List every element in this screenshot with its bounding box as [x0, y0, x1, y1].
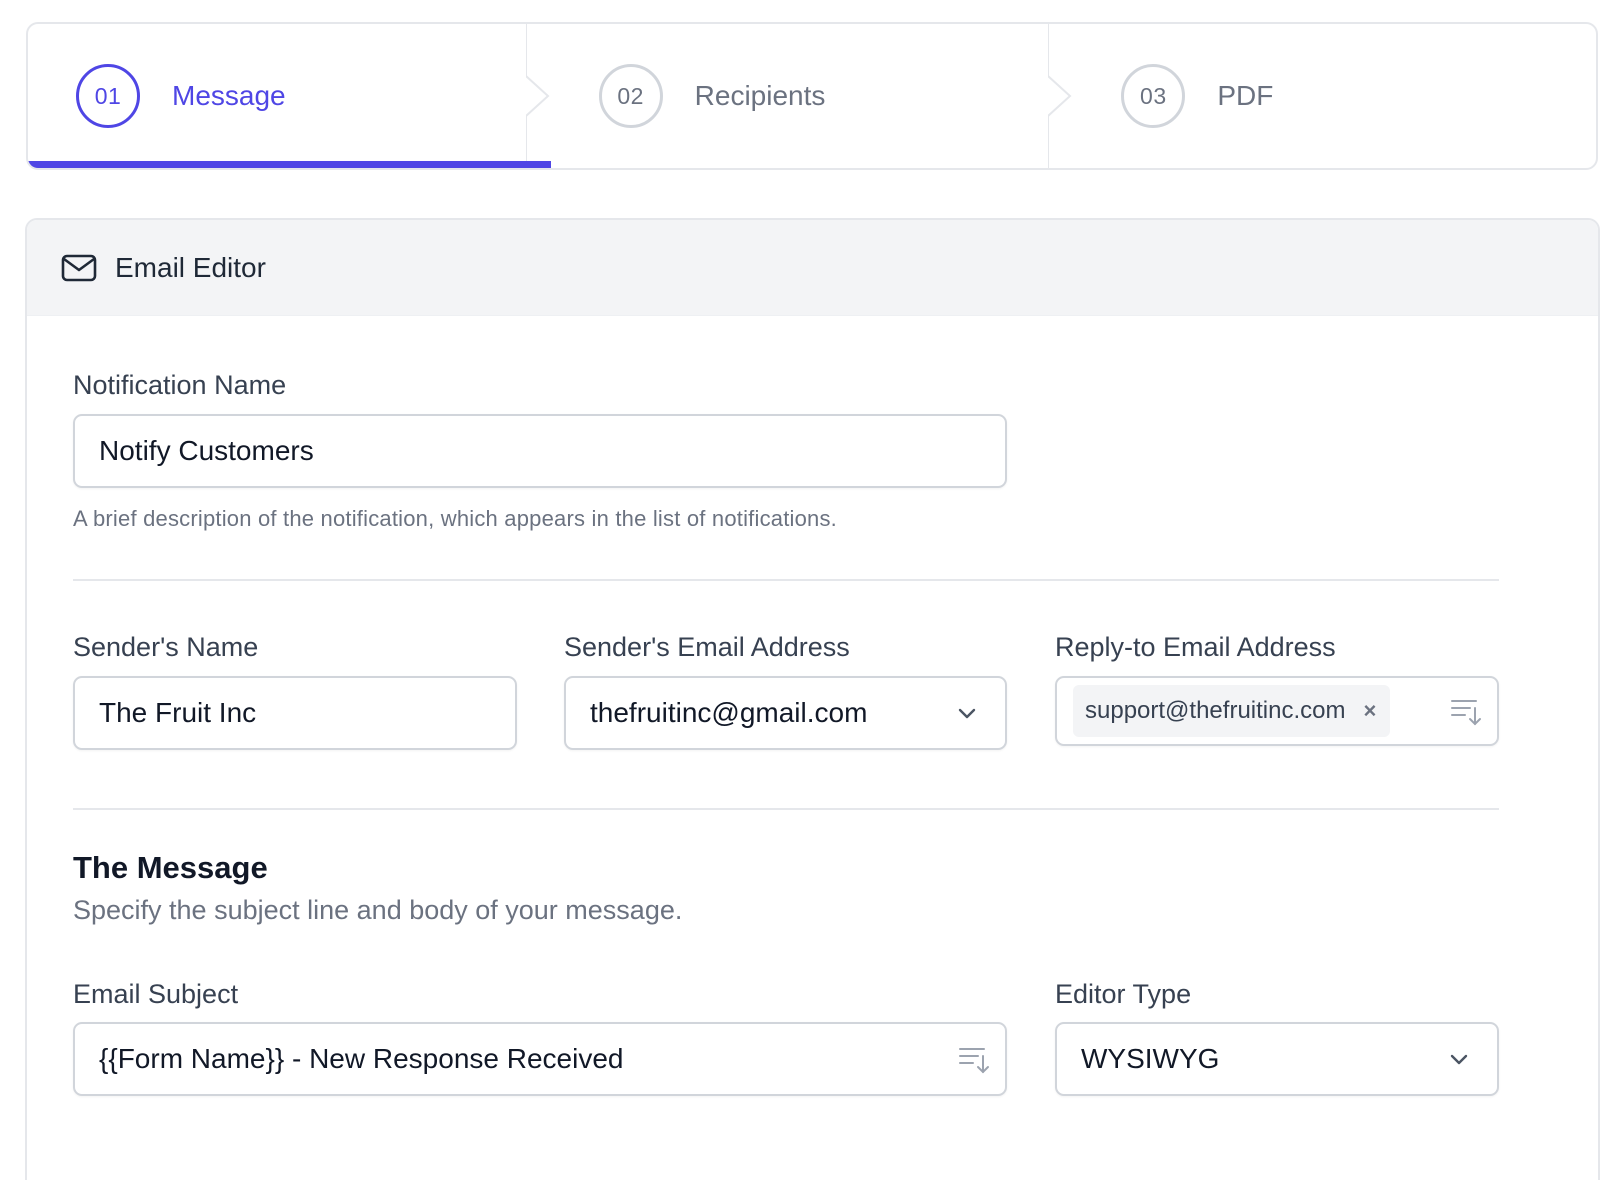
notification-name-label: Notification Name [73, 370, 287, 400]
step-label: PDF [1217, 80, 1274, 111]
email-subject-value: {{Form Name}} - New Response Received [99, 1043, 624, 1074]
step-separator-icon [525, 24, 552, 168]
sender-email-value: thefruitinc@gmail.com [590, 697, 868, 728]
step-pdf[interactable]: 03 PDF [1073, 24, 1596, 168]
chevron-down-icon [1447, 1047, 1471, 1071]
merge-tags-icon[interactable] [1449, 694, 1483, 728]
stepper: 01 Message 02 Recipients 03 PDF [26, 22, 1598, 170]
editor-type-label: Editor Type [1055, 979, 1192, 1009]
sender-name-label: Sender's Name [73, 632, 259, 662]
remove-tag-icon[interactable]: × [1363, 698, 1376, 724]
reply-to-tag-text: support@thefruitinc.com [1085, 697, 1346, 724]
sender-email-label: Sender's Email Address [564, 632, 850, 662]
divider [73, 579, 1499, 581]
reply-to-input[interactable]: support@thefruitinc.com × [1055, 676, 1499, 746]
step-label: Message [172, 80, 286, 111]
step-message[interactable]: 01 Message [28, 24, 551, 168]
step-label: Recipients [694, 80, 826, 111]
email-editor-card: Email Editor Notification Name Notify Cu… [25, 218, 1600, 1180]
reply-to-label: Reply-to Email Address [1055, 632, 1336, 662]
notification-name-value: Notify Customers [99, 435, 314, 466]
card-header: Email Editor [27, 220, 1598, 316]
editor-type-value: WYSIWYG [1081, 1043, 1220, 1074]
notification-name-input[interactable]: Notify Customers [73, 414, 1007, 488]
card-title: Email Editor [115, 251, 266, 283]
message-section-subtitle: Specify the subject line and body of you… [73, 895, 683, 925]
sender-name-value: The Fruit Inc [99, 697, 257, 728]
step-number: 01 [76, 64, 140, 128]
reply-to-tag: support@thefruitinc.com × [1073, 685, 1391, 737]
chevron-down-icon [955, 701, 979, 725]
sender-email-select[interactable]: thefruitinc@gmail.com [564, 676, 1007, 750]
merge-tags-icon[interactable] [957, 1042, 991, 1076]
sender-name-input[interactable]: The Fruit Inc [73, 676, 517, 750]
step-separator-icon [1048, 24, 1074, 168]
step-number: 03 [1121, 64, 1186, 128]
envelope-icon [61, 253, 97, 283]
email-subject-label: Email Subject [73, 979, 239, 1009]
divider [73, 808, 1499, 810]
step-number: 02 [598, 64, 663, 128]
notification-name-help: A brief description of the notification,… [73, 506, 837, 531]
step-recipients[interactable]: 02 Recipients [551, 24, 1074, 168]
editor-type-select[interactable]: WYSIWYG [1055, 1022, 1499, 1096]
email-subject-input[interactable]: {{Form Name}} - New Response Received [73, 1022, 1007, 1096]
message-section-title: The Message [73, 850, 268, 885]
